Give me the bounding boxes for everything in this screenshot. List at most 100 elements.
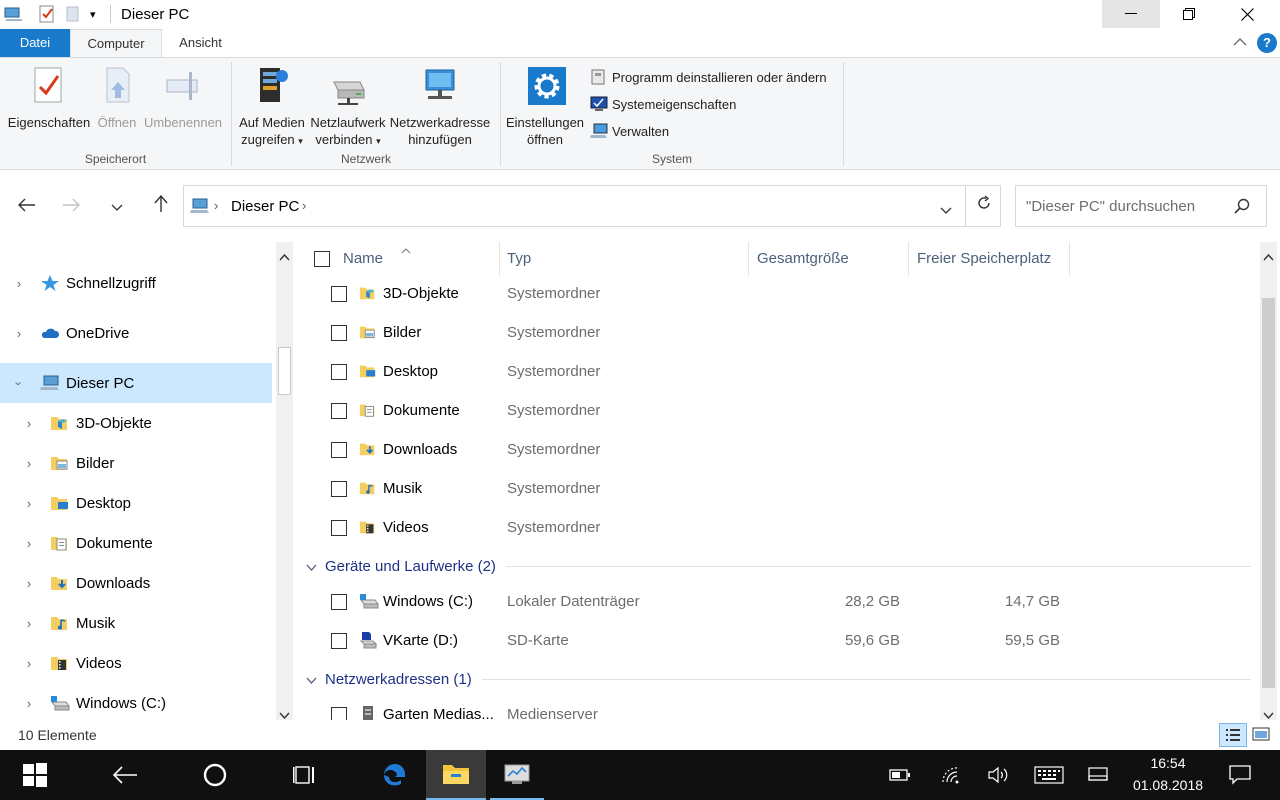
close-button[interactable]	[1218, 0, 1276, 28]
tab-computer[interactable]: Computer	[70, 29, 162, 58]
oeffnen-button[interactable]: Öffnen	[94, 64, 140, 131]
nav-pane-scrollbar[interactable]	[276, 242, 293, 720]
nav-item-dieser-pc[interactable]: › Dieser PC	[0, 363, 272, 403]
row-checkbox[interactable]	[331, 520, 347, 536]
search-icon[interactable]	[1234, 198, 1250, 218]
tab-ansicht[interactable]: Ansicht	[163, 29, 238, 58]
nav-item-dokumente[interactable]: › Dokumente	[0, 523, 272, 563]
help-icon[interactable]: ?	[1257, 33, 1277, 53]
einstellungen-oeffnen-button[interactable]: Einstellungen öffnen	[505, 64, 585, 148]
tab-datei[interactable]: Datei	[0, 29, 70, 58]
recent-locations-chevron-down-icon[interactable]	[104, 195, 130, 217]
expand-chevron-icon[interactable]: ›	[20, 536, 38, 551]
table-row[interactable]: Musik Systemordner	[296, 470, 1256, 509]
file-explorer-taskbar-button[interactable]	[426, 750, 486, 800]
forward-arrow-icon[interactable]	[58, 195, 84, 217]
table-row[interactable]: Bilder Systemordner	[296, 314, 1256, 353]
expand-chevron-icon[interactable]: ›	[20, 656, 38, 671]
column-header-gesamtgroesse[interactable]: Gesamtgröße	[757, 242, 849, 276]
expand-chevron-icon[interactable]: ›	[20, 456, 38, 471]
row-checkbox[interactable]	[331, 442, 347, 458]
row-checkbox[interactable]	[331, 481, 347, 497]
group-collapse-chevron-icon[interactable]	[306, 558, 317, 575]
nav-item-onedrive[interactable]: › OneDrive	[0, 313, 272, 353]
verwalten-button[interactable]: Verwalten	[590, 120, 669, 142]
table-row[interactable]: Garten Medias... Medienserver	[296, 696, 1256, 720]
scroll-up-icon[interactable]	[279, 248, 290, 265]
collapse-chevron-icon[interactable]: ›	[12, 374, 27, 392]
customize-quick-access-dropdown[interactable]: ▾	[90, 5, 96, 23]
breadcrumb-chevron-icon[interactable]: ›	[302, 198, 306, 213]
breadcrumb-chevron-icon[interactable]: ›	[214, 198, 218, 213]
column-header-freier-speicherplatz[interactable]: Freier Speicherplatz	[917, 242, 1051, 276]
expand-chevron-icon[interactable]: ›	[20, 416, 38, 431]
expand-chevron-icon[interactable]: ›	[10, 326, 28, 341]
touch-keyboard-icon[interactable]	[1030, 750, 1068, 800]
auf-medien-zugreifen-button[interactable]: Auf Medien zugreifen ▾	[236, 64, 308, 150]
group-header-devices[interactable]: Geräte und Laufwerke (2)	[306, 553, 1251, 579]
breadcrumb-item[interactable]: Dieser PC	[231, 198, 299, 215]
up-arrow-icon[interactable]	[148, 194, 174, 217]
table-row[interactable]: Dokumente Systemordner	[296, 392, 1256, 431]
table-row[interactable]: Windows (C:) Lokaler Datenträger 28,2 GB…	[296, 583, 1256, 622]
nav-item-schnellzugriff[interactable]: › Schnellzugriff	[0, 263, 272, 303]
table-row[interactable]: Downloads Systemordner	[296, 431, 1256, 470]
nav-item-3d-objekte[interactable]: › 3D-Objekte	[0, 403, 272, 443]
address-history-chevron-down-icon[interactable]	[940, 202, 952, 219]
select-all-checkbox[interactable]	[314, 251, 330, 267]
file-list-scroll-thumb[interactable]	[1262, 298, 1275, 688]
nav-item-videos[interactable]: › Videos	[0, 643, 272, 683]
group-collapse-chevron-icon[interactable]	[306, 671, 317, 688]
expand-chevron-icon[interactable]: ›	[20, 616, 38, 631]
column-header-typ[interactable]: Typ	[507, 242, 531, 276]
column-separator[interactable]	[1069, 242, 1070, 276]
cortana-button[interactable]	[188, 750, 242, 800]
maximize-button[interactable]	[1160, 0, 1218, 28]
collapse-ribbon-icon[interactable]	[1233, 35, 1247, 50]
netzwerkadresse-hinzufuegen-button[interactable]: Netzwerkadresse hinzufügen	[388, 64, 492, 148]
volume-icon[interactable]	[982, 750, 1014, 800]
app-taskbar-button[interactable]	[490, 750, 544, 800]
row-checkbox[interactable]	[331, 633, 347, 649]
table-row[interactable]: Desktop Systemordner	[296, 353, 1256, 392]
new-folder-quick-access-icon[interactable]	[64, 5, 82, 23]
table-row[interactable]: 3D-Objekte Systemordner	[296, 275, 1256, 314]
group-header-network[interactable]: Netzwerkadressen (1)	[306, 666, 1251, 692]
expand-chevron-icon[interactable]: ›	[20, 496, 38, 511]
row-checkbox[interactable]	[331, 707, 347, 720]
systemeigenschaften-button[interactable]: Systemeigenschaften	[590, 93, 736, 115]
properties-quick-access-icon[interactable]	[38, 5, 56, 23]
task-view-button[interactable]	[278, 750, 332, 800]
nav-item-downloads[interactable]: › Downloads	[0, 563, 272, 603]
column-separator[interactable]	[908, 242, 909, 276]
start-button[interactable]	[10, 750, 60, 800]
expand-chevron-icon[interactable]: ›	[20, 576, 38, 591]
address-bar[interactable]: › Dieser PC ›	[183, 185, 1001, 227]
minimize-button[interactable]	[1102, 0, 1160, 28]
row-checkbox[interactable]	[331, 403, 347, 419]
expand-chevron-icon[interactable]: ›	[10, 276, 28, 291]
search-input[interactable]: "Dieser PC" durchsuchen	[1015, 185, 1267, 227]
clock-time[interactable]: 16:54	[1133, 755, 1203, 771]
row-checkbox[interactable]	[331, 286, 347, 302]
display-icon[interactable]	[1084, 750, 1112, 800]
details-view-button[interactable]	[1219, 723, 1247, 747]
eigenschaften-button[interactable]: Eigenschaften	[6, 64, 92, 131]
table-row[interactable]: VKarte (D:) SD-Karte 59,6 GB 59,5 GB	[296, 622, 1256, 661]
nav-item-musik[interactable]: › Musik	[0, 603, 272, 643]
netzlaufwerk-verbinden-button[interactable]: Netzlaufwerk verbinden ▾	[308, 64, 388, 150]
umbenennen-button[interactable]: Umbenennen	[142, 64, 224, 131]
back-button[interactable]	[98, 750, 152, 800]
wifi-icon[interactable]	[936, 750, 968, 800]
back-arrow-icon[interactable]	[14, 195, 40, 217]
nav-item-desktop[interactable]: › Desktop	[0, 483, 272, 523]
row-checkbox[interactable]	[331, 594, 347, 610]
nav-item-windows-c[interactable]: › Windows (C:)	[0, 683, 272, 723]
scroll-up-icon[interactable]	[1263, 248, 1274, 265]
table-row[interactable]: Videos Systemordner	[296, 509, 1256, 548]
battery-icon[interactable]	[884, 750, 916, 800]
row-checkbox[interactable]	[331, 325, 347, 341]
clock-date[interactable]: 01.08.2018	[1128, 777, 1208, 793]
action-center-icon[interactable]	[1224, 750, 1256, 800]
column-separator[interactable]	[499, 242, 500, 276]
